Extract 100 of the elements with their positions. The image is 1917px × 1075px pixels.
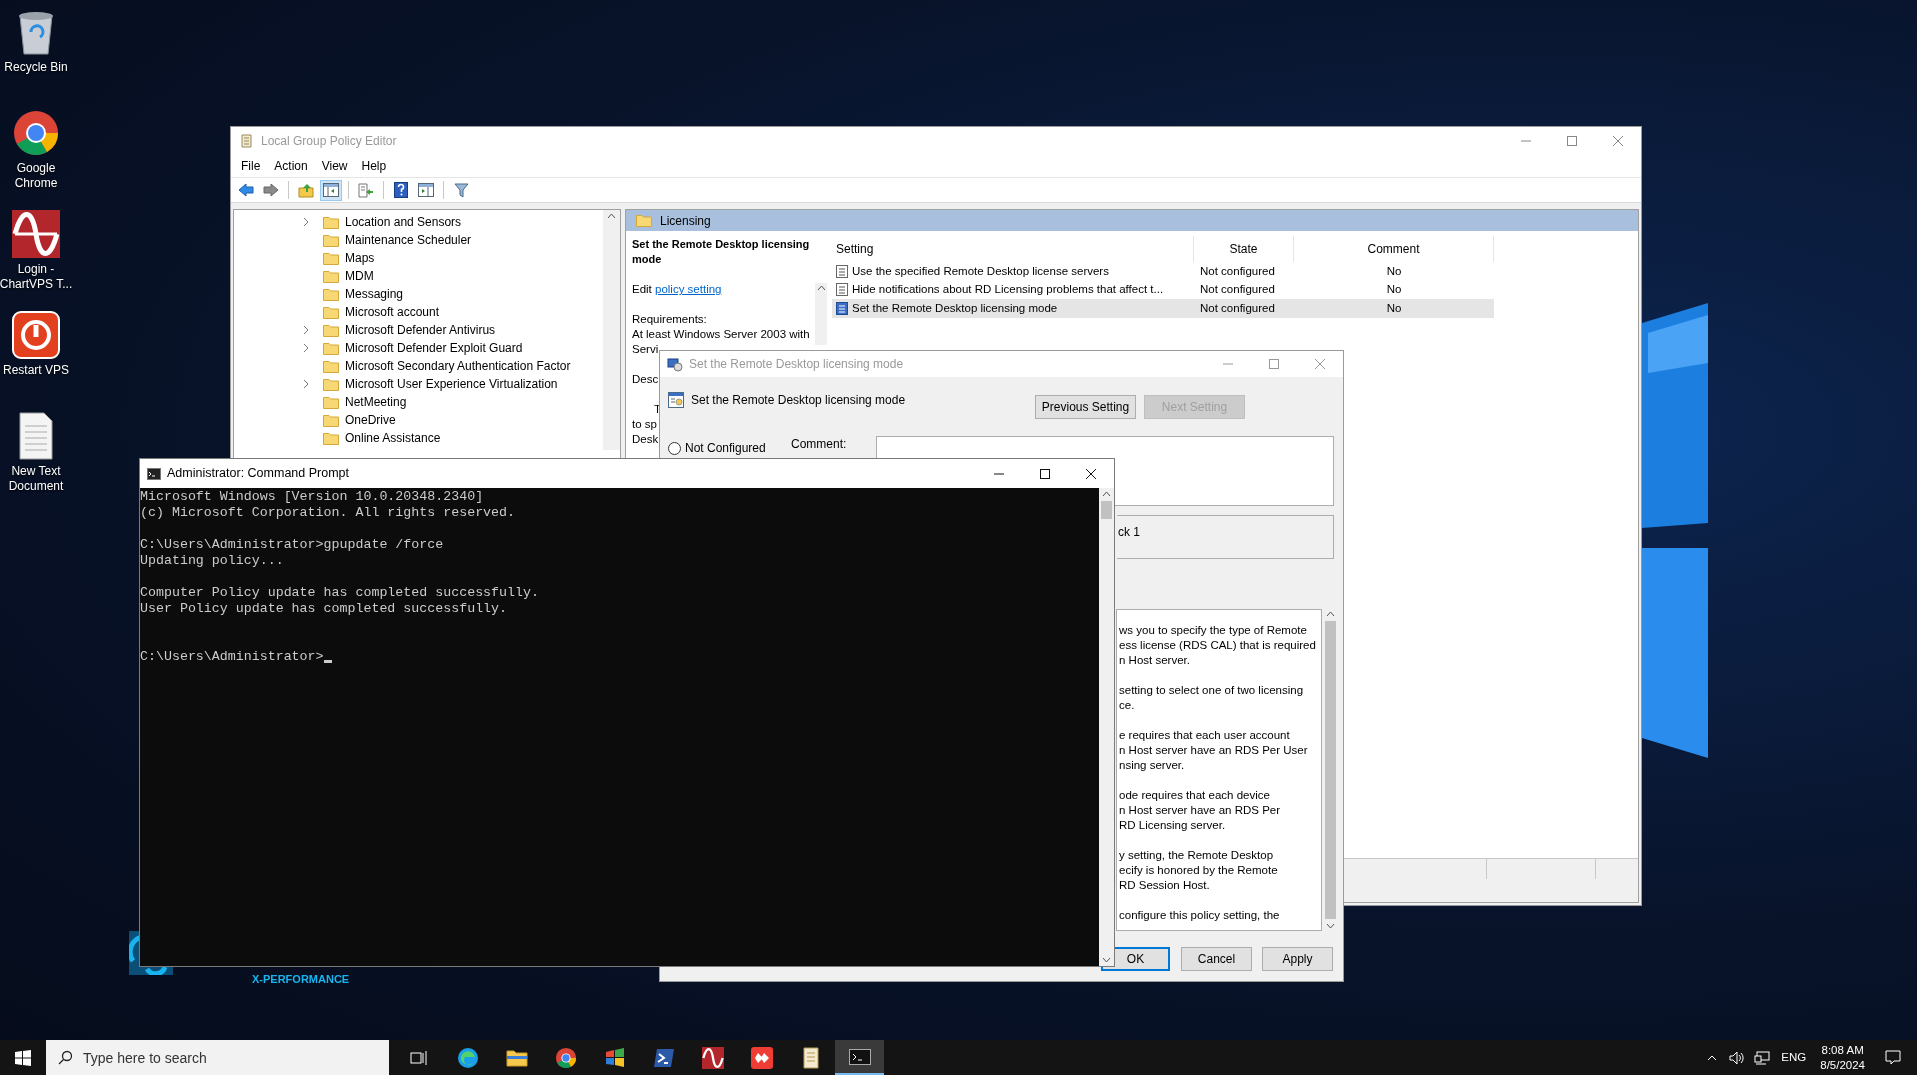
search-field[interactable]: Type here to search [46, 1040, 389, 1075]
tree-item[interactable]: OneDrive [345, 411, 396, 429]
scroll-up-icon[interactable] [1102, 491, 1111, 497]
back-icon [238, 183, 254, 197]
expand-chevron-icon[interactable] [302, 325, 309, 335]
dialog-button[interactable]: Cancel [1181, 947, 1252, 971]
policy-row[interactable]: Use the specified Remote Desktop license servers Not configured No [832, 262, 1494, 281]
folder-icon [323, 251, 339, 265]
policy-icon [668, 392, 684, 408]
caret-up-icon[interactable] [1707, 1054, 1718, 1061]
menu-item[interactable]: Action [267, 156, 315, 175]
column-header[interactable]: Comment [1294, 236, 1494, 262]
tree-item[interactable]: MDM [345, 267, 374, 285]
clock[interactable]: 8:08 AM 8/5/2024 [1820, 1042, 1865, 1073]
language-indicator[interactable]: ENG [1781, 1048, 1807, 1067]
policy-row[interactable]: Set the Remote Desktop licensing mode Not configured No [832, 299, 1494, 318]
dialog-button[interactable]: Apply [1262, 947, 1333, 971]
tree-item[interactable]: Microsoft User Experience Virtualization [345, 375, 558, 393]
description-text: Servi [632, 342, 660, 357]
text-document-icon[interactable] [16, 412, 56, 460]
folder-icon [323, 287, 339, 301]
notepad-icon [801, 1046, 820, 1069]
brand-text: X-PERFORMANCE [252, 972, 350, 987]
tree-item[interactable]: Online Assistance [345, 429, 441, 447]
desktop-icon-label[interactable]: New Text Document [0, 464, 76, 494]
help-icon [394, 182, 408, 198]
desktop-icon-label[interactable]: Login - ChartVPS T... [0, 262, 76, 292]
action-pane-icon [418, 183, 434, 197]
help-text: RD Session Host. [1119, 878, 1211, 893]
folder-icon [323, 395, 339, 409]
scrollbar[interactable] [815, 283, 827, 345]
radio-label[interactable]: Not Configured [685, 439, 766, 457]
expand-chevron-icon[interactable] [302, 343, 309, 353]
expand-chevron-icon[interactable] [302, 379, 309, 389]
sine-wave-icon[interactable] [12, 210, 60, 258]
scroll-up-icon[interactable] [607, 213, 616, 219]
close-icon[interactable] [1085, 467, 1097, 480]
scrollbar[interactable] [1099, 488, 1114, 966]
column-header[interactable]: State [1194, 236, 1294, 262]
tree-item[interactable]: Maintenance Scheduler [345, 231, 472, 249]
desktop-icon-label[interactable]: Google Chrome [0, 161, 76, 191]
scrollbar[interactable] [1324, 609, 1337, 931]
network-icon[interactable] [1754, 1050, 1771, 1065]
four-color-flag-icon [603, 1046, 626, 1069]
tree-item[interactable]: Messaging [345, 285, 404, 303]
tree-item[interactable]: Maps [345, 249, 375, 267]
setting-name: Hide notifications about RD Licensing problems that affect t... [852, 282, 1164, 298]
policy-icon [836, 283, 848, 297]
tree-item[interactable]: Microsoft Defender Exploit Guard [345, 339, 523, 357]
tree-item[interactable]: NetMeeting [345, 393, 407, 411]
description-text: to sp [632, 417, 658, 432]
maximize-icon[interactable] [1039, 467, 1051, 480]
help-text: ws you to specify the type of Remote [1119, 623, 1308, 638]
scroll-up-icon[interactable] [816, 285, 826, 291]
diamond-arrows-icon [750, 1046, 773, 1069]
menu-item[interactable]: View [314, 156, 355, 175]
folder-icon [323, 269, 339, 283]
column-header[interactable]: Setting [832, 236, 1194, 262]
scroll-down-icon[interactable] [1102, 957, 1111, 963]
help-text: ce. [1119, 698, 1136, 713]
comment-text: No [1385, 263, 1403, 279]
folder-icon [636, 214, 652, 227]
folder-icon [323, 359, 339, 373]
dialog-heading: Set the Remote Desktop licensing mode [691, 392, 906, 409]
nav-button[interactable]: Previous Setting [1035, 395, 1136, 419]
policy-setting-link[interactable]: policy setting [655, 283, 722, 295]
supported-text: ck 1 [1118, 525, 1140, 539]
desktop-icon-label[interactable]: Recycle Bin [0, 60, 76, 75]
windows-icon [15, 1049, 31, 1066]
date-text: 8/5/2024 [1820, 1057, 1865, 1073]
radio-button[interactable] [668, 441, 681, 455]
scroll-down-icon[interactable] [1326, 923, 1335, 929]
setting-name: Set the Remote Desktop licensing mode [852, 300, 1058, 316]
folder-icon [323, 305, 339, 319]
help-text: RD Licensing server. [1119, 818, 1227, 833]
scroll-up-icon[interactable] [1326, 611, 1335, 617]
expand-chevron-icon[interactable] [302, 217, 309, 227]
taskbar-app[interactable] [835, 1040, 884, 1075]
help-text: ess license (RDS CAL) that is required [1119, 638, 1317, 653]
console-title: Administrator: Command Prompt [167, 465, 349, 483]
tree-item[interactable]: Location and Sensors [345, 213, 462, 231]
scroll-thumb[interactable] [1101, 501, 1112, 519]
chrome-icon[interactable] [12, 109, 60, 157]
scrollbar[interactable] [603, 210, 620, 450]
policy-row[interactable]: Hide notifications about RD Licensing problems that affect t... Not configured No [832, 280, 1494, 299]
power-icon[interactable] [12, 311, 60, 359]
toolbar-button[interactable] [320, 179, 342, 201]
menu-item[interactable]: File [234, 156, 268, 175]
tree-item[interactable]: Microsoft Defender Antivirus [345, 321, 496, 339]
speaker-icon[interactable] [1729, 1050, 1746, 1065]
help-text: y setting, the Remote Desktop [1119, 848, 1275, 863]
tree-item[interactable]: Microsoft Secondary Authentication Factor [345, 357, 571, 375]
notification-icon[interactable] [1885, 1050, 1901, 1065]
folder-up-icon [298, 182, 314, 198]
tree-item[interactable]: Microsoft account [345, 303, 440, 321]
scroll-icon [239, 132, 255, 149]
desktop-icon-label[interactable]: Restart VPS [0, 363, 76, 378]
menu-item[interactable]: Help [354, 156, 394, 175]
policy-icon [836, 301, 848, 315]
state-text: Not configured [1199, 263, 1276, 279]
